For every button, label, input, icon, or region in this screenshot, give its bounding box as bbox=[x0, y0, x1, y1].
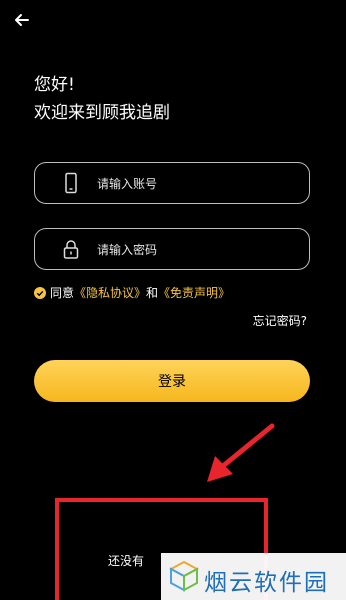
watermark: 烟云软件园 bbox=[161, 553, 346, 600]
phone-icon bbox=[65, 172, 77, 194]
disclaimer-link[interactable]: 《免责声明》 bbox=[158, 284, 230, 301]
back-arrow-icon bbox=[15, 14, 29, 26]
signup-prompt[interactable]: 还没有 bbox=[108, 552, 144, 569]
cube-logo-icon bbox=[168, 560, 200, 592]
lock-icon bbox=[63, 240, 79, 259]
annotation-arrow-icon bbox=[207, 423, 275, 482]
account-input[interactable]: 请输入账号 bbox=[34, 162, 310, 204]
watermark-text: 烟云软件园 bbox=[204, 570, 329, 596]
check-circle-icon[interactable] bbox=[34, 286, 46, 299]
greeting-title: 您好! bbox=[34, 75, 75, 95]
account-placeholder: 请输入账号 bbox=[97, 177, 158, 191]
agreement-row: 同意 《隐私协议》 和 《免责声明》 bbox=[34, 284, 230, 301]
password-input[interactable]: 请输入密码 bbox=[34, 228, 310, 270]
forgot-password-link[interactable]: 忘记密码? bbox=[253, 312, 307, 329]
login-button[interactable]: 登录 bbox=[34, 360, 310, 402]
agreement-prefix: 同意 bbox=[50, 286, 75, 300]
privacy-link[interactable]: 《隐私协议》 bbox=[74, 284, 146, 301]
agreement-and: 和 bbox=[146, 286, 159, 300]
password-placeholder: 请输入密码 bbox=[97, 243, 158, 257]
back-button[interactable] bbox=[10, 8, 34, 32]
greeting-subtitle: 欢迎来到顾我追剧 bbox=[34, 103, 170, 123]
